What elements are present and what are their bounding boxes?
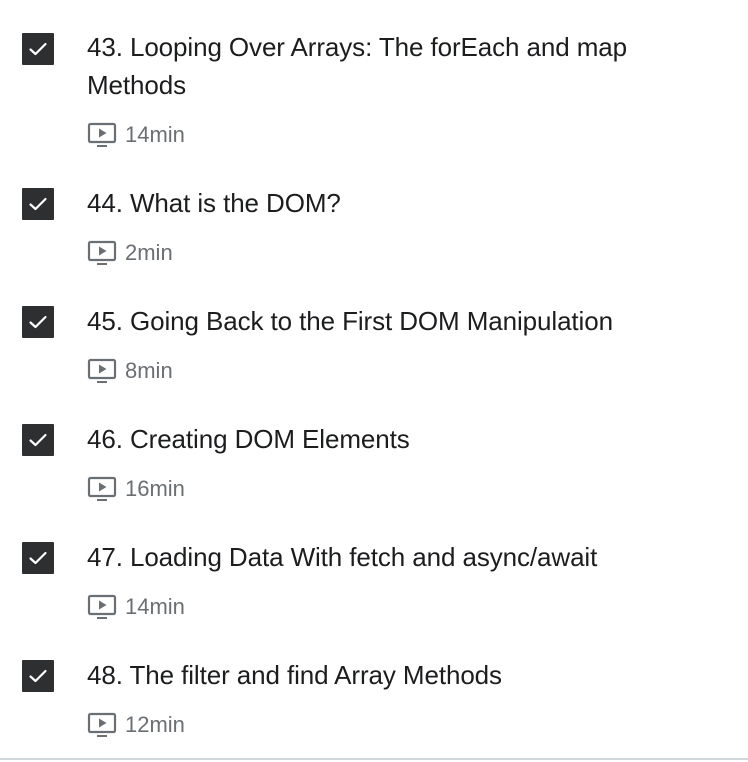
video-icon xyxy=(87,358,117,383)
lecture-complete-checkbox[interactable] xyxy=(22,660,54,692)
video-icon xyxy=(87,122,117,147)
lecture-title: 43. Looping Over Arrays: The forEach and… xyxy=(87,32,627,100)
lecture-duration: 16min xyxy=(87,475,185,503)
video-icon xyxy=(87,594,117,619)
lecture-item[interactable]: 47. Loading Data With fetch and async/aw… xyxy=(0,524,748,642)
section-divider xyxy=(0,758,748,760)
duration-text: 8min xyxy=(125,358,173,383)
lecture-complete-checkbox[interactable] xyxy=(22,542,54,574)
video-icon xyxy=(87,240,117,265)
lecture-duration: 14min xyxy=(87,121,185,149)
lecture-duration: 8min xyxy=(87,357,173,385)
duration-text: 14min xyxy=(125,594,185,619)
check-icon xyxy=(29,433,47,447)
lecture-item[interactable]: 46. Creating DOM Elements 16min xyxy=(0,406,748,524)
lecture-item[interactable]: 44. What is the DOM? 2min xyxy=(0,170,748,288)
check-icon xyxy=(29,669,47,683)
duration-text: 16min xyxy=(125,476,185,501)
lecture-complete-checkbox[interactable] xyxy=(22,306,54,338)
check-icon xyxy=(29,42,47,56)
duration-text: 14min xyxy=(125,122,185,147)
lecture-complete-checkbox[interactable] xyxy=(22,424,54,456)
lecture-title: 48. The filter and find Array Methods xyxy=(87,660,502,690)
lecture-duration: 14min xyxy=(87,593,185,621)
lecture-title: 44. What is the DOM? xyxy=(87,188,341,218)
duration-text: 12min xyxy=(125,712,185,737)
video-icon xyxy=(87,476,117,501)
lecture-item[interactable]: 43. Looping Over Arrays: The forEach and… xyxy=(0,0,748,170)
video-icon xyxy=(87,712,117,737)
check-icon xyxy=(29,315,47,329)
lecture-item[interactable]: 48. The filter and find Array Methods 12… xyxy=(0,642,748,758)
duration-text: 2min xyxy=(125,240,173,265)
check-icon xyxy=(29,551,47,565)
check-icon xyxy=(29,197,47,211)
lecture-title: 46. Creating DOM Elements xyxy=(87,424,410,454)
lecture-title: 47. Loading Data With fetch and async/aw… xyxy=(87,542,598,572)
lecture-duration: 2min xyxy=(87,239,173,267)
lecture-complete-checkbox[interactable] xyxy=(22,188,54,220)
lecture-complete-checkbox[interactable] xyxy=(22,33,54,65)
lecture-title: 45. Going Back to the First DOM Manipula… xyxy=(87,306,613,336)
lecture-item[interactable]: 45. Going Back to the First DOM Manipula… xyxy=(0,288,748,406)
lecture-duration: 12min xyxy=(87,711,185,739)
